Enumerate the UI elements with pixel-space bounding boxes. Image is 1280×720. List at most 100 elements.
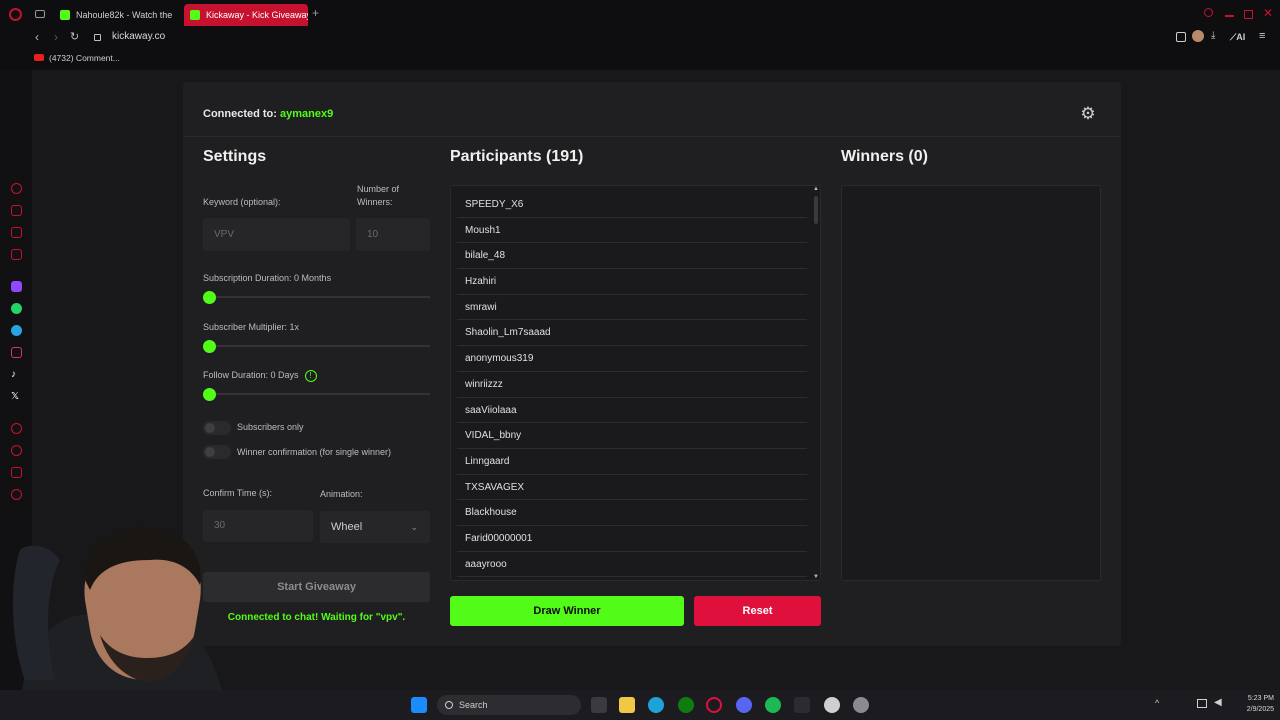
reload-icon[interactable]: ↻	[70, 30, 79, 43]
file-explorer-icon[interactable]	[619, 697, 635, 713]
slider-thumb[interactable]	[203, 388, 216, 401]
xbox-icon[interactable]	[678, 697, 694, 713]
system-clock[interactable]: 5:23 PM 2/9/2025	[1228, 693, 1274, 715]
settings-icon[interactable]	[11, 489, 22, 500]
workspace-icon[interactable]	[11, 205, 22, 216]
winners-count-label: Number of Winners:	[357, 184, 400, 207]
subscription-duration-slider[interactable]	[203, 290, 430, 304]
header-divider	[183, 136, 1121, 137]
search-icon	[445, 701, 453, 709]
participant-item: Farid00000001	[457, 526, 807, 552]
opera-logo-icon[interactable]	[9, 8, 22, 21]
keyword-input[interactable]: VPV	[203, 218, 350, 251]
url-field[interactable]: kickaway.co	[112, 31, 165, 42]
winners-title: Winners (0)	[841, 148, 928, 165]
scroll-down-icon[interactable]: ▼	[812, 574, 820, 580]
draw-winner-button[interactable]: Draw Winner	[450, 596, 684, 626]
bookmarks-bar: (4732) Comment...	[0, 48, 1280, 70]
follow-duration-slider[interactable]	[203, 387, 430, 401]
tab-kickaway[interactable]: Kickaway - Kick Giveaway	[184, 4, 308, 26]
taskbar-search[interactable]: Search	[437, 695, 581, 715]
scrollbar-thumb[interactable]	[814, 196, 818, 224]
participant-item: VIDAL_bbny	[457, 423, 807, 449]
subscriber-multiplier-slider[interactable]	[203, 339, 430, 353]
reset-button[interactable]: Reset	[694, 596, 821, 626]
ai-icon[interactable]: ⟋AI	[1230, 32, 1245, 43]
keyword-label: Keyword (optional):	[203, 197, 281, 207]
scroll-up-icon[interactable]: ▲	[812, 186, 820, 192]
animation-value: Wheel	[331, 521, 363, 533]
back-icon[interactable]: ‹	[35, 30, 39, 44]
participant-item: winriizzz	[457, 372, 807, 398]
twitch-icon[interactable]	[11, 281, 22, 292]
edge-icon[interactable]	[648, 697, 664, 713]
chevron-down-icon: ⌄	[410, 522, 418, 532]
tab-nahoule82k[interactable]: Nahoule82k - Watch the V	[54, 4, 174, 26]
instagram-icon[interactable]	[11, 347, 22, 358]
tiktok-icon[interactable]: ♪	[11, 369, 22, 380]
participant-item: TXSAVAGEX	[457, 475, 807, 501]
close-icon[interactable]: ✕	[1263, 6, 1273, 20]
pinboard-icon[interactable]	[11, 467, 22, 478]
participant-item: saaViiolaaa	[457, 398, 807, 424]
slider-thumb[interactable]	[203, 340, 216, 353]
winners-list	[841, 185, 1101, 581]
minimize-icon[interactable]	[1225, 15, 1234, 17]
aria-icon[interactable]	[11, 183, 22, 194]
confirm-time-label: Confirm Time (s):	[203, 488, 273, 498]
maximize-icon[interactable]	[1244, 10, 1253, 19]
messenger-icon[interactable]	[11, 227, 22, 238]
forward-icon[interactable]: ›	[54, 30, 58, 44]
x-icon[interactable]: 𝕏	[11, 391, 22, 402]
slider-track	[209, 296, 430, 298]
subscribers-only-toggle[interactable]	[203, 421, 231, 435]
participant-item: Shaolin_Lm7saaad	[457, 320, 807, 347]
network-icon[interactable]	[1197, 699, 1207, 708]
volume-icon[interactable]: ◀	[1214, 697, 1222, 708]
task-view-icon[interactable]	[591, 697, 607, 713]
clock-time: 5:23 PM	[1247, 695, 1274, 702]
profile-avatar[interactable]	[1192, 30, 1204, 42]
clock-date: 2/9/2025	[1246, 706, 1274, 713]
info-icon[interactable]: !	[304, 369, 317, 382]
discord-icon[interactable]	[736, 697, 752, 713]
extensions-icon[interactable]	[1176, 32, 1186, 42]
participants-title: Participants (191)	[450, 148, 584, 165]
telegram-icon[interactable]	[11, 325, 22, 336]
slider-thumb[interactable]	[203, 291, 216, 304]
search-tabs-icon[interactable]	[1204, 8, 1213, 17]
winners-count-input[interactable]: 10	[356, 218, 430, 251]
participant-item: Linngaard	[457, 449, 807, 475]
settings-gear-icon[interactable]: ⚙	[1076, 102, 1100, 126]
winner-confirmation-toggle[interactable]	[203, 445, 231, 459]
opera-taskbar-icon[interactable]	[706, 697, 722, 713]
steam-icon[interactable]	[824, 697, 840, 713]
lock-icon	[94, 34, 101, 41]
player-icon[interactable]	[11, 249, 22, 260]
participant-item: Hzahiri	[457, 269, 807, 295]
settings-title: Settings	[203, 148, 267, 165]
participant-item: Moush1	[457, 218, 807, 244]
capcut-icon[interactable]	[794, 697, 810, 713]
history-icon[interactable]	[11, 423, 22, 434]
animation-select[interactable]: Wheel ⌄	[320, 511, 430, 543]
obs-icon[interactable]	[853, 697, 869, 713]
download-icon[interactable]: ⤓	[1211, 30, 1215, 41]
spotify-icon[interactable]	[765, 697, 781, 713]
slider-track	[209, 345, 430, 347]
clock-icon[interactable]	[11, 445, 22, 456]
tab-label: Nahoule82k - Watch the V	[76, 10, 174, 20]
windows-taskbar: Search ^ ◀ 5:23 PM 2/9/2025	[0, 690, 1280, 720]
tab-switcher-icon[interactable]	[35, 10, 45, 18]
participants-list[interactable]: SPEEDY_X6 Moush1 bilale_48 Hzahiri smraw…	[450, 185, 821, 581]
subscribers-only-label: Subscribers only	[237, 422, 304, 432]
whatsapp-icon[interactable]	[11, 303, 22, 314]
windows-start-icon[interactable]	[411, 697, 427, 713]
new-tab-icon[interactable]: +	[312, 6, 319, 20]
participants-scrollbar[interactable]: ▲ ▼	[812, 186, 820, 580]
menu-icon[interactable]: ≡	[1259, 30, 1265, 42]
tray-chevron-icon[interactable]: ^	[1155, 698, 1159, 708]
kick-favicon-icon	[60, 10, 70, 20]
browser-tab-bar: Nahoule82k - Watch the V Kickaway - Kick…	[0, 0, 1280, 28]
bookmark-youtube[interactable]: (4732) Comment...	[34, 53, 120, 63]
